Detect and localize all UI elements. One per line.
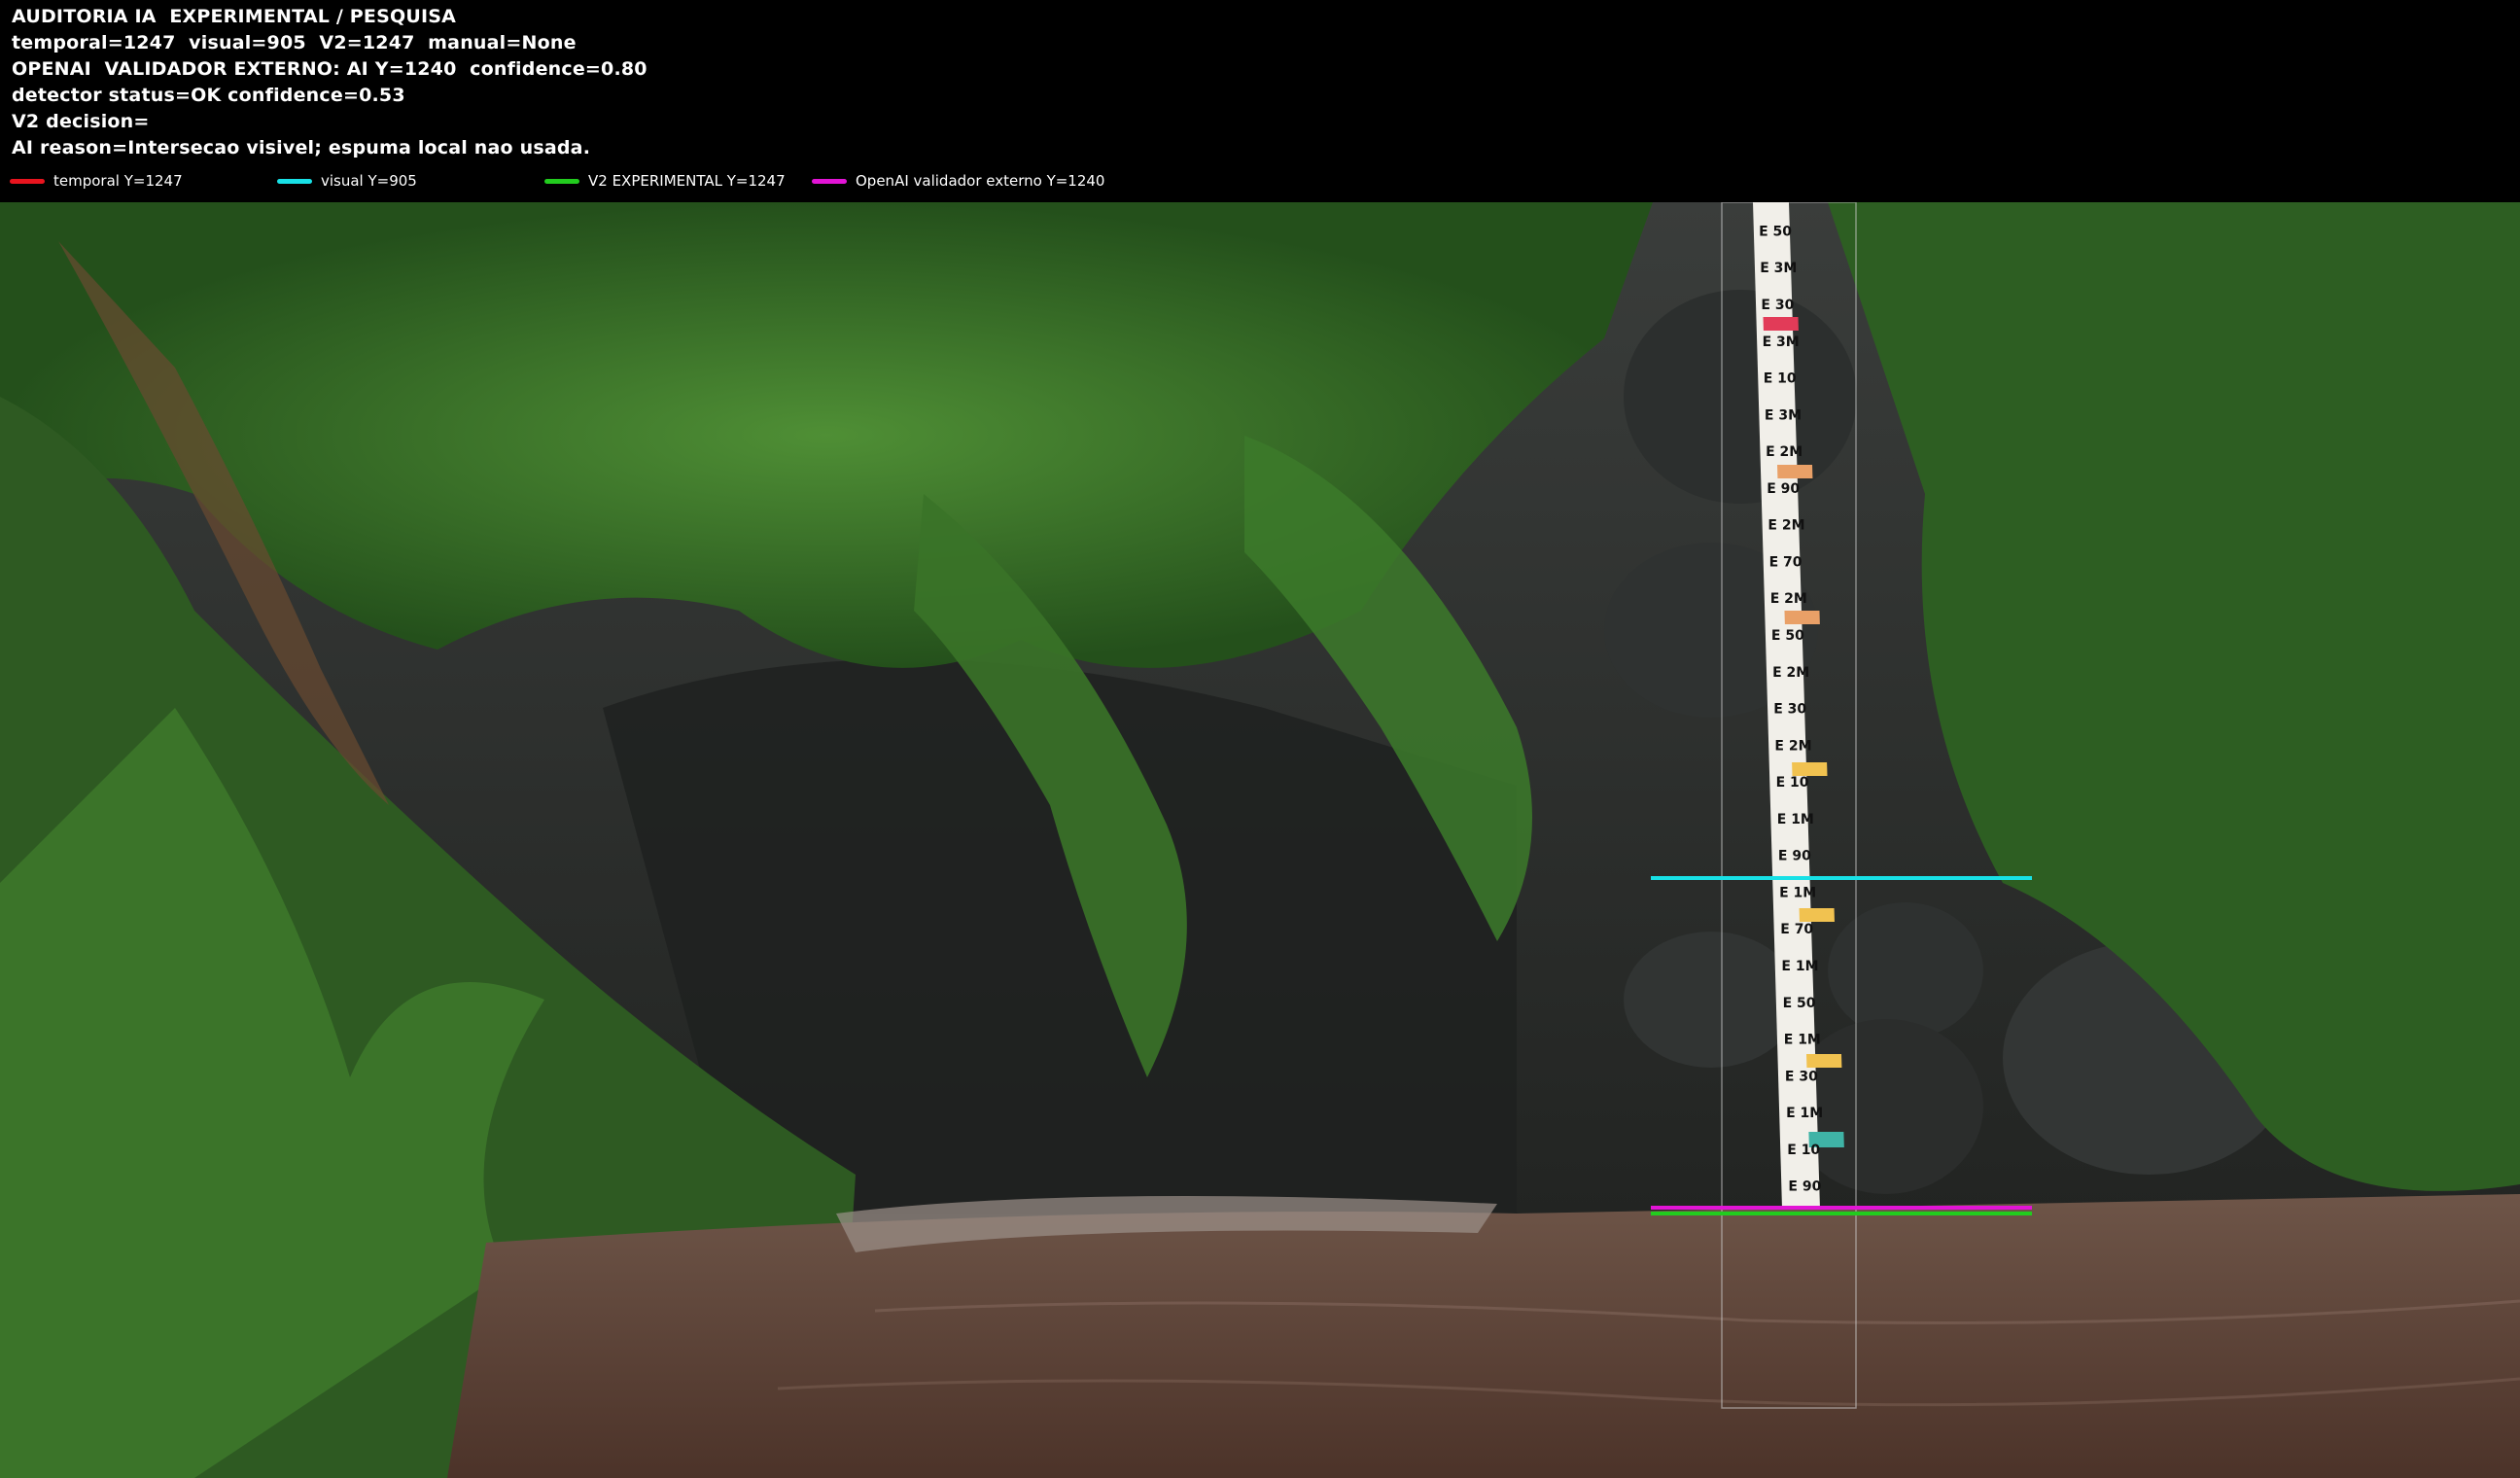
gauge-mark-label: E 1M xyxy=(1786,1106,1823,1121)
gauge-mark-label: E 1M xyxy=(1784,1033,1821,1048)
gauge-mark-label: E 10 xyxy=(1776,775,1809,791)
gauge-mark-label: E 10 xyxy=(1787,1143,1820,1158)
boulder xyxy=(1624,932,1799,1068)
gauge-mark-label: E 1M xyxy=(1777,812,1814,827)
gauge-mark-label: E 2M xyxy=(1772,665,1809,681)
legend-label-temporal: temporal Y=1247 xyxy=(53,172,183,190)
gauge-mark-label: E 3M xyxy=(1763,334,1800,350)
gauge-mark-label: E 3M xyxy=(1765,407,1802,423)
gauge-mark-label: E 30 xyxy=(1773,702,1806,718)
gauge-mark-label: E 2M xyxy=(1774,738,1811,754)
legend-item-temporal: temporal Y=1247 xyxy=(10,171,183,191)
legend-swatch-visual xyxy=(277,178,312,184)
gauge-mark-label: E 3M xyxy=(1760,261,1797,276)
camera-frame: E 50 E 3M E 30 E 3M E 10 E 3M E 2M E 90 E 2M E 70… xyxy=(0,202,2520,1478)
header-openai-validator: OPENAI VALIDADOR EXTERNO: AI Y=1240 conf… xyxy=(12,58,648,80)
gauge-mark-label: E 50 xyxy=(1771,628,1804,644)
header-readings: temporal=1247 visual=905 V2=1247 manual=… xyxy=(12,32,577,53)
header-v2-decision: V2 decision= xyxy=(12,111,150,132)
gauge-mark-label: E 1M xyxy=(1781,959,1818,974)
gauge-mark-label: E 30 xyxy=(1761,298,1794,313)
legend-label-openai: OpenAI validador externo Y=1240 xyxy=(856,172,1105,190)
gauge-mark-label: E 2M xyxy=(1766,444,1802,460)
header-title: AUDITORIA IA EXPERIMENTAL / PESQUISA xyxy=(12,6,457,27)
river-scene: E 50 E 3M E 30 E 3M E 10 E 3M E 2M E 90 E 2M E 70… xyxy=(0,202,2520,1478)
gauge-mark-label: E 50 xyxy=(1783,996,1816,1011)
legend-swatch-openai xyxy=(812,178,847,184)
boulder xyxy=(1624,290,1857,504)
gauge-mark-label: E 2M xyxy=(1770,591,1807,607)
legend-label-v2: V2 EXPERIMENTAL Y=1247 xyxy=(588,172,786,190)
gauge-mark-label: E 10 xyxy=(1764,371,1797,387)
legend-swatch-temporal xyxy=(10,178,45,184)
gauge-mark-label: E 70 xyxy=(1780,922,1813,937)
legend-label-visual: visual Y=905 xyxy=(321,172,417,190)
header-detector-status: detector status=OK confidence=0.53 xyxy=(12,85,405,106)
legend-item-openai: OpenAI validador externo Y=1240 xyxy=(812,171,1104,191)
gauge-mark-label: E 30 xyxy=(1785,1069,1818,1084)
gauge-mark-label: E 2M xyxy=(1768,518,1804,534)
gauge-mark-label: E 90 xyxy=(1767,481,1800,497)
gauge-mark-label: E 90 xyxy=(1778,849,1811,864)
legend-item-visual: visual Y=905 xyxy=(277,171,417,191)
legend-swatch-v2 xyxy=(544,178,579,184)
overlay-header: AUDITORIA IA EXPERIMENTAL / PESQUISA tem… xyxy=(0,0,2520,202)
gauge-mark-label: E 1M xyxy=(1779,885,1816,900)
legend-item-v2: V2 EXPERIMENTAL Y=1247 xyxy=(544,171,786,191)
gauge-mark-label: E 50 xyxy=(1759,224,1792,239)
gauge-mark-label: E 90 xyxy=(1788,1179,1821,1195)
gauge-mark-label: E 70 xyxy=(1769,554,1802,570)
header-ai-reason: AI reason=Intersecao visivel; espuma loc… xyxy=(12,137,591,158)
boulder xyxy=(1828,902,1983,1038)
river-water xyxy=(447,1194,2520,1478)
